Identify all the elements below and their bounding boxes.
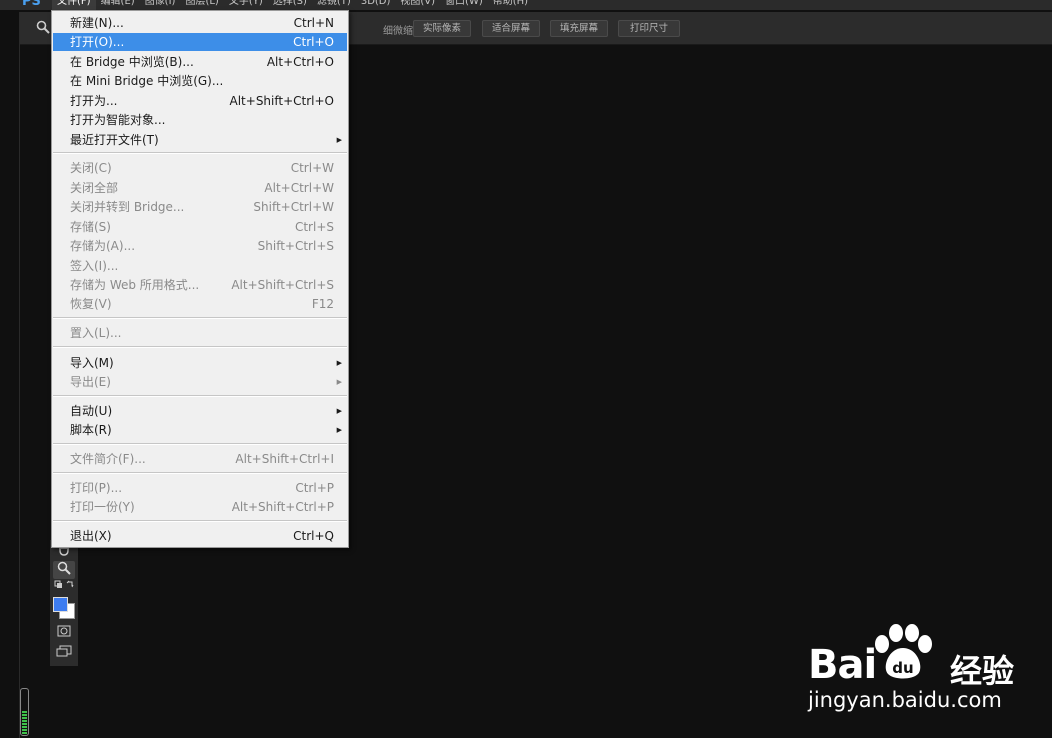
menu-item-automate[interactable]: 自动(U) ▶ [53,402,347,420]
menu-item-revert[interactable]: 恢复(V) F12 [53,295,347,313]
print-size-button[interactable]: 打印尺寸 [618,20,680,37]
foreground-color-swatch[interactable] [53,597,68,612]
menu-separator [53,443,347,445]
fit-screen-button[interactable]: 适合屏幕 [482,20,540,37]
submenu-arrow-icon: ▶ [336,378,342,386]
baidu-paw-icon: du [875,624,932,679]
menu-item-place[interactable]: 置入(L)... [53,324,347,342]
menu-separator [53,395,347,397]
menu-3d[interactable]: 3D(D) [356,0,396,10]
menu-item-save[interactable]: 存储(S) Ctrl+S [53,218,347,236]
menu-items: 文件(F) 编辑(E) 图像(I) 图层(L) 文字(Y) 选择(S) 滤镜(T… [52,0,533,10]
menu-item-scripts[interactable]: 脚本(R) ▶ [53,421,347,439]
menu-bar: PS 文件(F) 编辑(E) 图像(I) 图层(L) 文字(Y) 选择(S) 滤… [0,0,1052,10]
submenu-arrow-icon: ▶ [336,426,342,434]
submenu-arrow-icon: ▶ [336,407,342,415]
menu-item-browse-bridge[interactable]: 在 Bridge 中浏览(B)... Alt+Ctrl+O [53,53,347,71]
menu-item-new[interactable]: 新建(N)... Ctrl+N [53,14,347,32]
menu-item-open-smart-object[interactable]: 打开为智能对象... [53,111,347,129]
menu-item-file-info[interactable]: 文件简介(F)... Alt+Shift+Ctrl+I [53,450,347,468]
efficiency-meter [20,688,29,736]
menu-item-open[interactable]: 打开(O)... Ctrl+O [53,33,347,51]
submenu-arrow-icon: ▶ [336,359,342,367]
menu-separator [53,346,347,348]
menu-separator [53,317,347,319]
watermark-brand-cn: 经验 [950,652,1015,690]
menu-separator [53,152,347,154]
fill-screen-button[interactable]: 填充屏幕 [550,20,608,37]
menu-item-print-one-copy[interactable]: 打印一份(Y) Alt+Shift+Ctrl+P [53,498,347,516]
menu-item-open-as[interactable]: 打开为... Alt+Shift+Ctrl+O [53,92,347,110]
actual-pixels-button[interactable]: 实际像素 [413,20,471,37]
menu-view[interactable]: 视图(V) [395,0,440,10]
zoom-tool-icon[interactable] [36,20,52,36]
menu-item-import[interactable]: 导入(M) ▶ [53,354,347,372]
photoshop-logo: PS [22,0,41,9]
svg-text:du: du [892,659,913,677]
menu-image[interactable]: 图像(I) [140,0,181,10]
menu-help[interactable]: 帮助(H) [488,0,533,10]
menu-item-print[interactable]: 打印(P)... Ctrl+P [53,479,347,497]
menu-item-recent-files[interactable]: 最近打开文件(T) ▶ [53,131,347,149]
quick-mask-icon[interactable] [53,624,75,642]
watermark-url: jingyan.baidu.com [808,688,1002,712]
menu-item-close[interactable]: 关闭(C) Ctrl+W [53,159,347,177]
menu-window[interactable]: 窗口(W) [440,0,488,10]
panel-edge [19,12,20,738]
menu-separator [53,520,347,522]
menu-select[interactable]: 选择(S) [268,0,312,10]
screen-mode-icon[interactable] [53,644,75,662]
menu-item-close-all[interactable]: 关闭全部 Alt+Ctrl+W [53,179,347,197]
menu-separator [53,472,347,474]
menu-item-exit[interactable]: 退出(X) Ctrl+Q [53,527,347,545]
menu-item-export[interactable]: 导出(E) ▶ [53,373,347,391]
menu-file[interactable]: 文件(F) [52,0,96,10]
menu-filter[interactable]: 滤镜(T) [312,0,356,10]
menu-edit[interactable]: 编辑(E) [96,0,140,10]
file-menu-dropdown: 新建(N)... Ctrl+N 打开(O)... Ctrl+O 在 Bridge… [51,10,349,548]
menu-layer[interactable]: 图层(L) [180,0,223,10]
color-reset-swap-icon[interactable] [53,580,75,592]
menu-item-close-goto-bridge[interactable]: 关闭并转到 Bridge... Shift+Ctrl+W [53,198,347,216]
zoom-tool-panel-icon[interactable] [53,561,75,579]
menu-item-save-for-web[interactable]: 存储为 Web 所用格式... Alt+Shift+Ctrl+S [53,276,347,294]
menu-type[interactable]: 文字(Y) [224,0,268,10]
tools-panel [50,540,78,666]
menu-item-browse-mini-bridge[interactable]: 在 Mini Bridge 中浏览(G)... [53,72,347,90]
menu-item-save-as[interactable]: 存储为(A)... Shift+Ctrl+S [53,237,347,255]
submenu-arrow-icon: ▶ [336,136,342,144]
baidu-jingyan-watermark: du Bai 经验 jingyan.baidu.com [800,620,1050,720]
watermark-brand: Bai [808,642,877,688]
menu-item-check-in[interactable]: 签入(I)... [53,257,347,275]
